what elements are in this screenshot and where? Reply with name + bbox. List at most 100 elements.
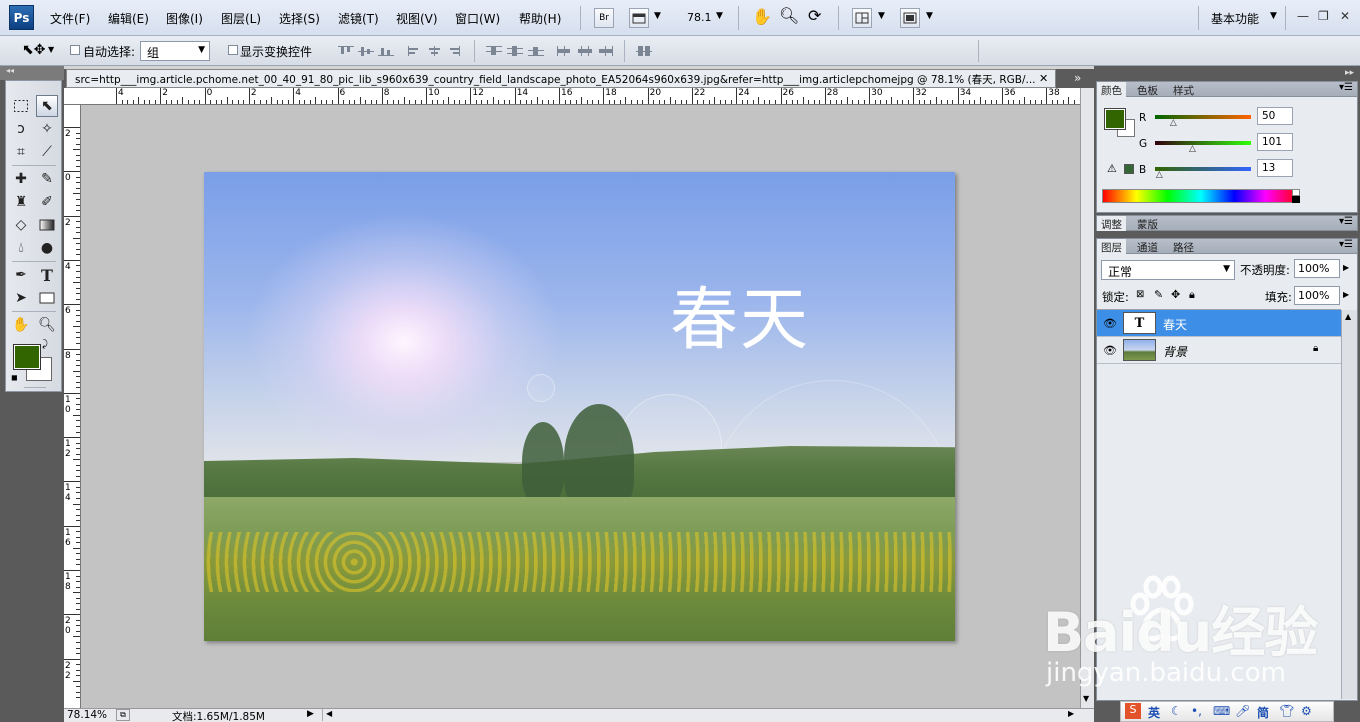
foreground-color-swatch[interactable]	[13, 344, 41, 370]
fill-arrow-icon[interactable]: ▶	[1343, 290, 1349, 299]
layer-row-text[interactable]: 👁︎ T 春天	[1097, 310, 1341, 337]
gamut-color-swatch[interactable]	[1124, 164, 1134, 174]
minimize-icon[interactable]: —	[1297, 9, 1309, 23]
menu-edit[interactable]: 编辑(E)	[108, 10, 149, 27]
red-value-input[interactable]: 50	[1257, 107, 1293, 125]
out-of-gamut-warning-icon[interactable]: ⚠	[1107, 162, 1117, 175]
zoom-level[interactable]: 78.1	[687, 11, 712, 24]
history-brush-tool-icon[interactable]: ✐	[36, 191, 58, 213]
blue-value-input[interactable]: 13	[1257, 159, 1293, 177]
eye-icon[interactable]: 👁︎	[1103, 344, 1117, 357]
spectrum-white[interactable]	[1292, 189, 1300, 196]
eyedropper-tool-icon[interactable]: ⟋	[36, 141, 58, 163]
show-transform-checkbox[interactable]	[228, 45, 238, 55]
layer-row-background[interactable]: 👁︎ 背景 🔒︎	[1097, 337, 1341, 364]
panel-menu-icon[interactable]: ▾☰	[1339, 216, 1353, 227]
marquee-tool-icon[interactable]	[10, 95, 32, 117]
close-icon[interactable]: ✕	[1340, 9, 1350, 23]
distribute-vcenter-icon[interactable]	[507, 46, 523, 56]
align-vcenter-icon[interactable]	[358, 46, 374, 56]
ime-settings-icon[interactable]: ⚙	[1301, 704, 1312, 718]
distribute-right-icon[interactable]	[598, 46, 614, 56]
align-hcenter-icon[interactable]	[426, 46, 442, 56]
default-colors-icon[interactable]: ◼	[11, 373, 18, 382]
opacity-arrow-icon[interactable]: ▶	[1343, 263, 1349, 272]
chevron-down-icon[interactable]: ▼	[654, 11, 661, 21]
document-tab[interactable]: src=http___img.article.pchome.net_00_40_…	[66, 69, 1056, 88]
tab-layers[interactable]: 图层	[1097, 239, 1126, 254]
move-tool-preset-icon[interactable]: ⬉✥	[22, 42, 45, 58]
status-menu-arrow-icon[interactable]: ▶	[307, 709, 314, 719]
distribute-bottom-icon[interactable]	[528, 46, 544, 56]
layer-name[interactable]: 春天	[1163, 316, 1187, 333]
rotate-view-icon[interactable]: ⟳	[808, 6, 821, 25]
rectangle-tool-icon[interactable]	[36, 287, 58, 309]
tab-adjustments[interactable]: 调整	[1097, 216, 1126, 231]
brush-tool-icon[interactable]: ✎	[36, 168, 58, 190]
scroll-left-icon[interactable]: ◀	[326, 709, 332, 718]
gradient-tool-icon[interactable]	[36, 214, 58, 236]
panel-menu-icon[interactable]: ▾☰	[1339, 239, 1353, 250]
lasso-tool-icon[interactable]: ↄ	[10, 118, 32, 140]
distribute-left-icon[interactable]	[556, 46, 572, 56]
lock-position-icon[interactable]: ✥	[1171, 288, 1180, 301]
fill-input[interactable]: 100%	[1294, 286, 1340, 305]
ime-keyboard-icon[interactable]: ⌨	[1213, 704, 1230, 718]
mini-bridge-icon[interactable]	[629, 8, 649, 28]
eye-icon[interactable]: 👁︎	[1103, 317, 1117, 330]
workspace-switcher[interactable]: 基本功能	[1211, 10, 1259, 27]
auto-select-dropdown[interactable]: 组 ▼	[140, 41, 210, 61]
blend-mode-dropdown[interactable]: 正常 ▼	[1101, 260, 1235, 280]
blue-slider[interactable]	[1155, 167, 1251, 171]
distribute-hcenter-icon[interactable]	[577, 46, 593, 56]
move-tool-icon[interactable]: ⬉	[36, 95, 58, 117]
red-slider-thumb[interactable]: △	[1170, 118, 1177, 128]
dodge-tool-icon[interactable]: ●	[36, 237, 58, 259]
menu-image[interactable]: 图像(I)	[166, 10, 203, 27]
tab-color[interactable]: 颜色	[1097, 82, 1126, 97]
document-image[interactable]: 春天	[204, 172, 955, 641]
color-panel-fg-swatch[interactable]	[1104, 108, 1126, 130]
scroll-up-icon[interactable]: ▲	[1345, 312, 1351, 321]
tab-paths[interactable]: 路径	[1169, 239, 1198, 254]
green-value-input[interactable]: 101	[1257, 133, 1293, 151]
chevron-down-icon[interactable]: ▼	[926, 11, 933, 21]
more-tabs-icon[interactable]: »	[1074, 71, 1081, 85]
distribute-top-icon[interactable]	[486, 46, 502, 56]
arrange-documents-icon[interactable]	[852, 8, 872, 28]
chevron-down-icon[interactable]: ▼	[1270, 11, 1277, 21]
ime-logo-icon[interactable]: S	[1125, 703, 1141, 719]
ime-mode[interactable]: 简	[1257, 704, 1269, 721]
magic-wand-tool-icon[interactable]: ✧	[36, 118, 58, 140]
ime-voice-icon[interactable]: 🎤︎	[1235, 704, 1250, 718]
align-right-icon[interactable]	[446, 46, 462, 56]
zoom-tool-icon[interactable]: 🔍︎	[36, 314, 58, 336]
image-text-layer[interactable]: 春天	[670, 264, 810, 363]
lock-pixels-icon[interactable]: ✎	[1154, 288, 1163, 301]
menu-help[interactable]: 帮助(H)	[519, 10, 561, 27]
ime-skin-icon[interactable]: 👕︎	[1279, 704, 1294, 718]
ime-punctuation-icon[interactable]: •,	[1191, 704, 1202, 718]
align-left-icon[interactable]	[406, 46, 422, 56]
close-icon[interactable]: ✕	[1039, 72, 1048, 85]
layers-scrollbar[interactable]: ▲	[1341, 310, 1357, 699]
ime-moon-icon[interactable]: ☾	[1171, 704, 1182, 718]
restore-icon[interactable]: ❐	[1318, 9, 1329, 23]
lock-all-icon[interactable]: 🔒︎	[1189, 288, 1195, 302]
crop-tool-icon[interactable]: ⌗	[10, 141, 32, 163]
scroll-right-icon[interactable]: ▶	[1068, 709, 1074, 718]
spectrum-black[interactable]	[1292, 196, 1300, 203]
pen-tool-icon[interactable]: ✒	[10, 264, 32, 286]
menu-select[interactable]: 选择(S)	[279, 10, 320, 27]
eraser-tool-icon[interactable]: ◇	[10, 214, 32, 236]
clone-stamp-tool-icon[interactable]: ♜	[10, 191, 32, 213]
menu-file[interactable]: 文件(F)	[50, 10, 90, 27]
chevron-down-icon[interactable]: ▼	[878, 11, 885, 21]
type-tool-icon[interactable]: T	[36, 264, 58, 286]
lock-transparency-icon[interactable]: ⊠	[1136, 289, 1144, 300]
layer-name[interactable]: 背景	[1163, 343, 1187, 360]
green-slider[interactable]	[1155, 141, 1251, 145]
blue-slider-thumb[interactable]: △	[1156, 170, 1163, 180]
auto-align-layers-icon[interactable]	[636, 46, 652, 56]
status-zoom[interactable]: 78.14%	[67, 709, 107, 721]
